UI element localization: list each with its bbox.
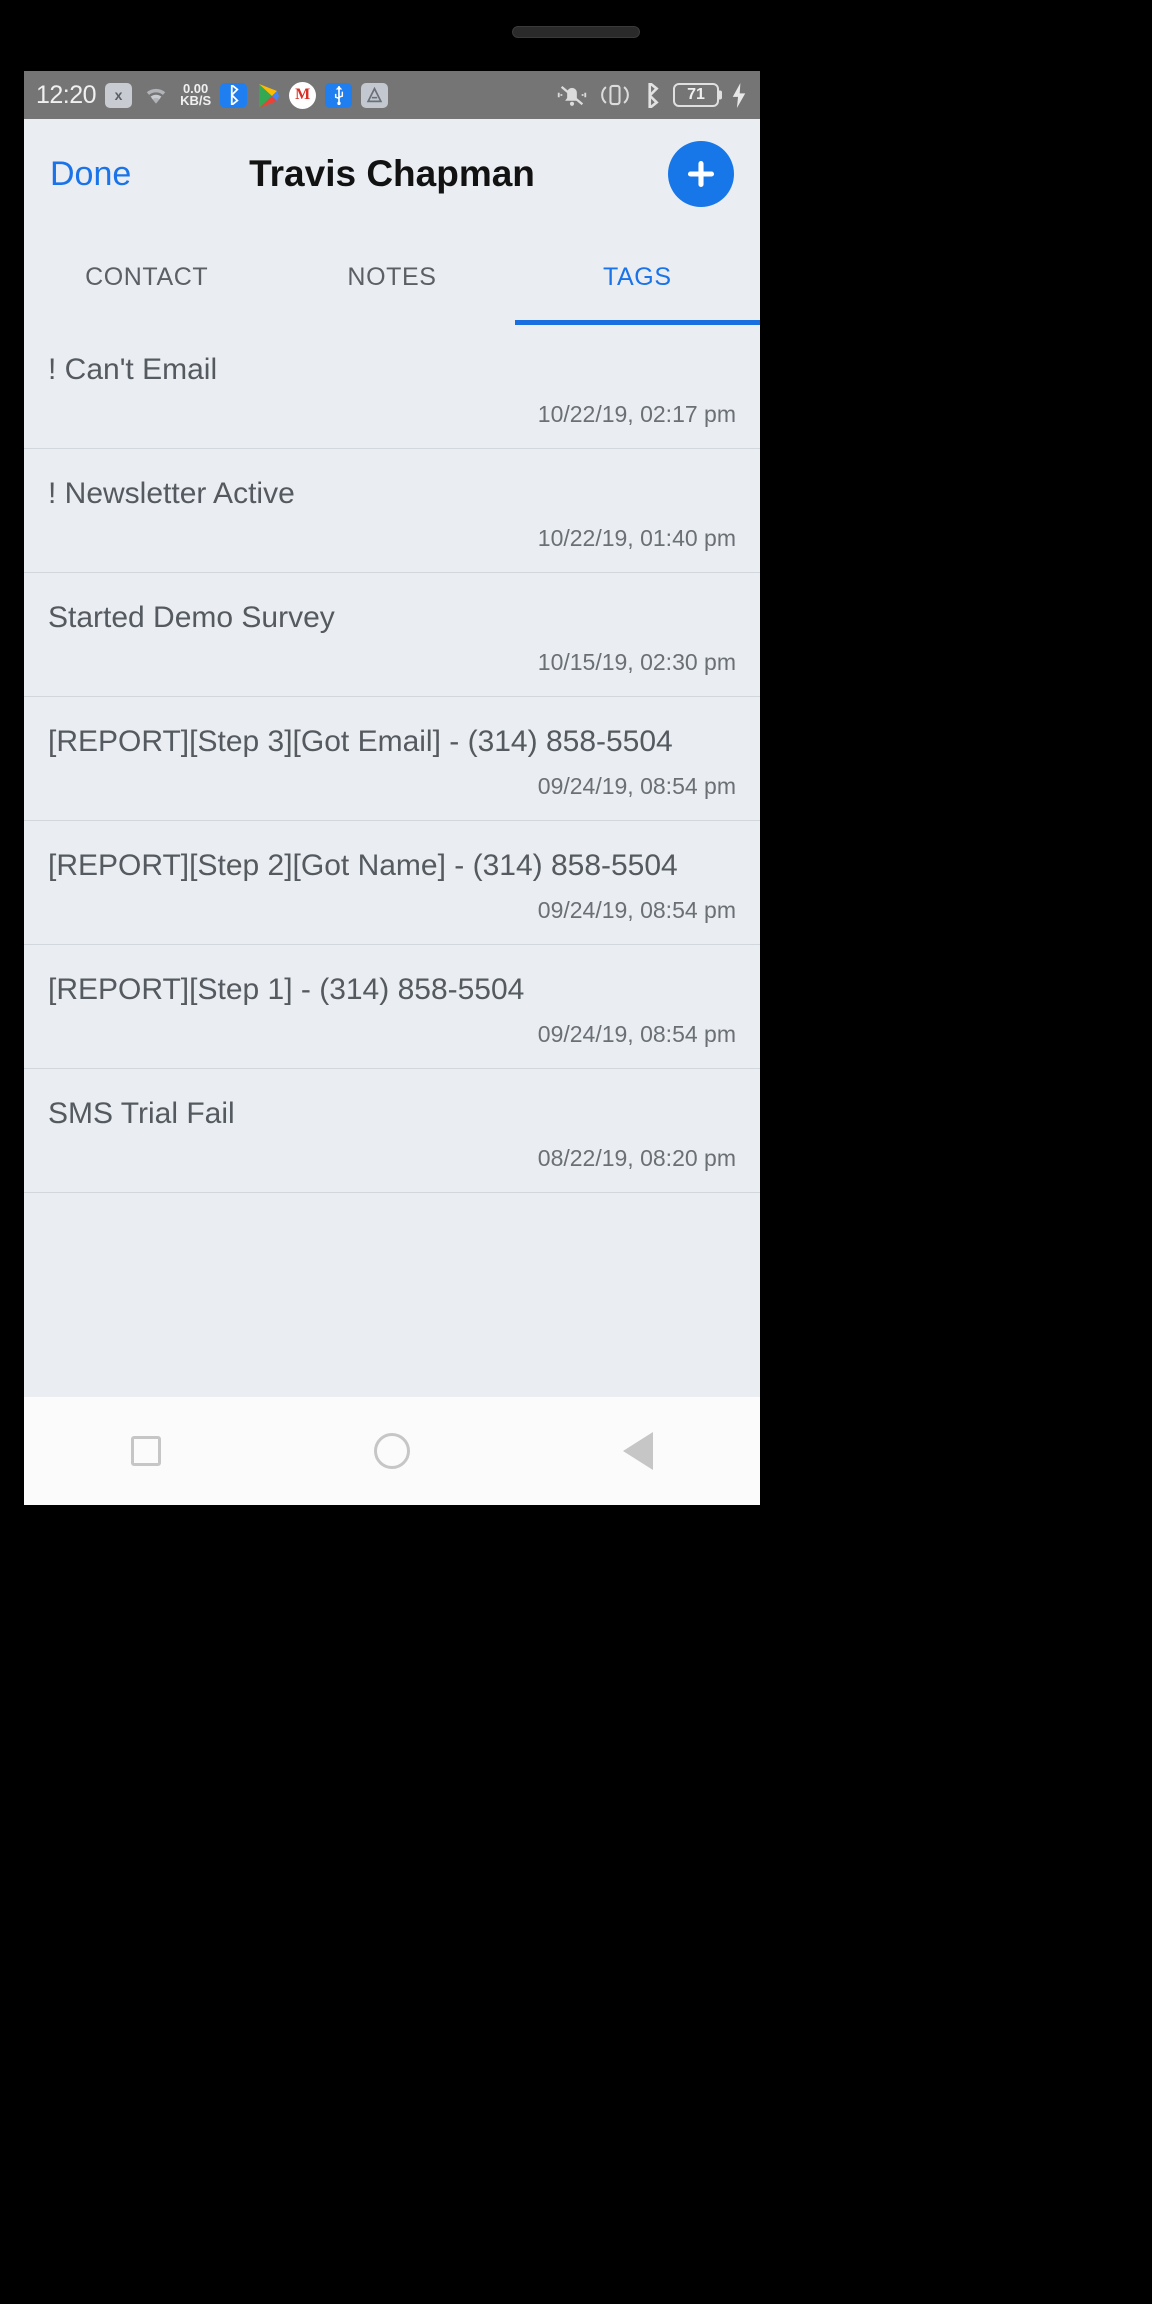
- tag-date: 09/24/19, 08:54 pm: [537, 1021, 736, 1048]
- tab-contact-label: CONTACT: [85, 262, 209, 291]
- vibrate-icon: [598, 82, 632, 108]
- status-clock: 12:20: [36, 80, 97, 109]
- table-row[interactable]: SMS Trial Fail 08/22/19, 08:20 pm: [24, 1069, 760, 1193]
- battery-icon: 71: [673, 83, 719, 107]
- network-speed-unit: KB/S: [180, 93, 212, 108]
- table-row[interactable]: [REPORT][Step 2][Got Name] - (314) 858-5…: [24, 821, 760, 945]
- plus-icon: [687, 160, 715, 188]
- tab-contact[interactable]: CONTACT: [24, 229, 269, 325]
- done-button[interactable]: Done: [50, 155, 131, 194]
- tag-title: ! Newsletter Active: [48, 476, 295, 510]
- back-triangle-icon[interactable]: [623, 1432, 654, 1470]
- network-speed-indicator: 0.00 KB/S: [180, 82, 212, 108]
- table-row[interactable]: ! Newsletter Active 10/22/19, 01:40 pm: [24, 449, 760, 573]
- tag-date: 10/15/19, 02:30 pm: [537, 649, 736, 676]
- wifi-icon: [141, 82, 171, 108]
- tags-list: ! Can't Email 10/22/19, 02:17 pm ! Newsl…: [24, 325, 760, 1193]
- bluetooth-icon: [643, 82, 662, 108]
- android-navigation-bar: [24, 1397, 760, 1505]
- status-bar: 12:20 x 0.00 KB/S M 71: [24, 71, 760, 119]
- tag-title: [REPORT][Step 1] - (314) 858-5504: [48, 972, 525, 1006]
- mute-bell-icon: [557, 82, 587, 108]
- gmail-icon: M: [289, 81, 317, 109]
- tab-tags[interactable]: TAGS: [514, 229, 760, 325]
- recents-square-icon[interactable]: [130, 1436, 161, 1466]
- usb-icon: [325, 82, 353, 108]
- tab-notes[interactable]: NOTES: [269, 229, 514, 325]
- bluetooth-icon: [220, 82, 248, 108]
- page-title: Travis Chapman: [249, 153, 535, 194]
- table-row[interactable]: Started Demo Survey 10/15/19, 02:30 pm: [24, 573, 760, 697]
- tag-date: 10/22/19, 01:40 pm: [537, 525, 736, 552]
- status-bar-right: 71: [557, 82, 748, 108]
- android-auto-icon: [361, 82, 389, 108]
- earpiece-speaker: [512, 26, 640, 38]
- tab-bar: CONTACT NOTES TAGS: [24, 229, 760, 325]
- tag-title: ! Can't Email: [48, 352, 218, 386]
- tab-notes-label: NOTES: [347, 262, 437, 291]
- play-store-icon: [256, 83, 280, 108]
- home-circle-icon[interactable]: [373, 1433, 410, 1469]
- tag-date: 09/24/19, 08:54 pm: [537, 773, 736, 800]
- phone-device: 12:20 x 0.00 KB/S M 71 Done Travis Chapm…: [0, 0, 1152, 2304]
- tag-date: 09/24/19, 08:54 pm: [537, 897, 736, 924]
- app-header: Done Travis Chapman: [24, 119, 760, 229]
- add-tag-button[interactable]: [668, 141, 734, 207]
- tab-tags-label: TAGS: [603, 262, 672, 291]
- status-bar-left: 12:20 x 0.00 KB/S M: [36, 81, 557, 110]
- table-row[interactable]: [REPORT][Step 3][Got Email] - (314) 858-…: [24, 697, 760, 821]
- table-row[interactable]: ! Can't Email 10/22/19, 02:17 pm: [24, 325, 760, 449]
- charging-bolt-icon: [730, 82, 748, 108]
- sim-x-icon: x: [105, 82, 133, 108]
- table-row[interactable]: [REPORT][Step 1] - (314) 858-5504 09/24/…: [24, 945, 760, 1069]
- tag-date: 08/22/19, 08:20 pm: [537, 1145, 736, 1172]
- tag-title: SMS Trial Fail: [48, 1096, 235, 1130]
- tag-title: Started Demo Survey: [48, 600, 335, 634]
- tag-date: 10/22/19, 02:17 pm: [537, 401, 736, 428]
- tag-title: [REPORT][Step 2][Got Name] - (314) 858-5…: [48, 848, 678, 882]
- phone-screen: 12:20 x 0.00 KB/S M 71 Done Travis Chapm…: [24, 71, 760, 1505]
- tag-title: [REPORT][Step 3][Got Email] - (314) 858-…: [48, 724, 673, 758]
